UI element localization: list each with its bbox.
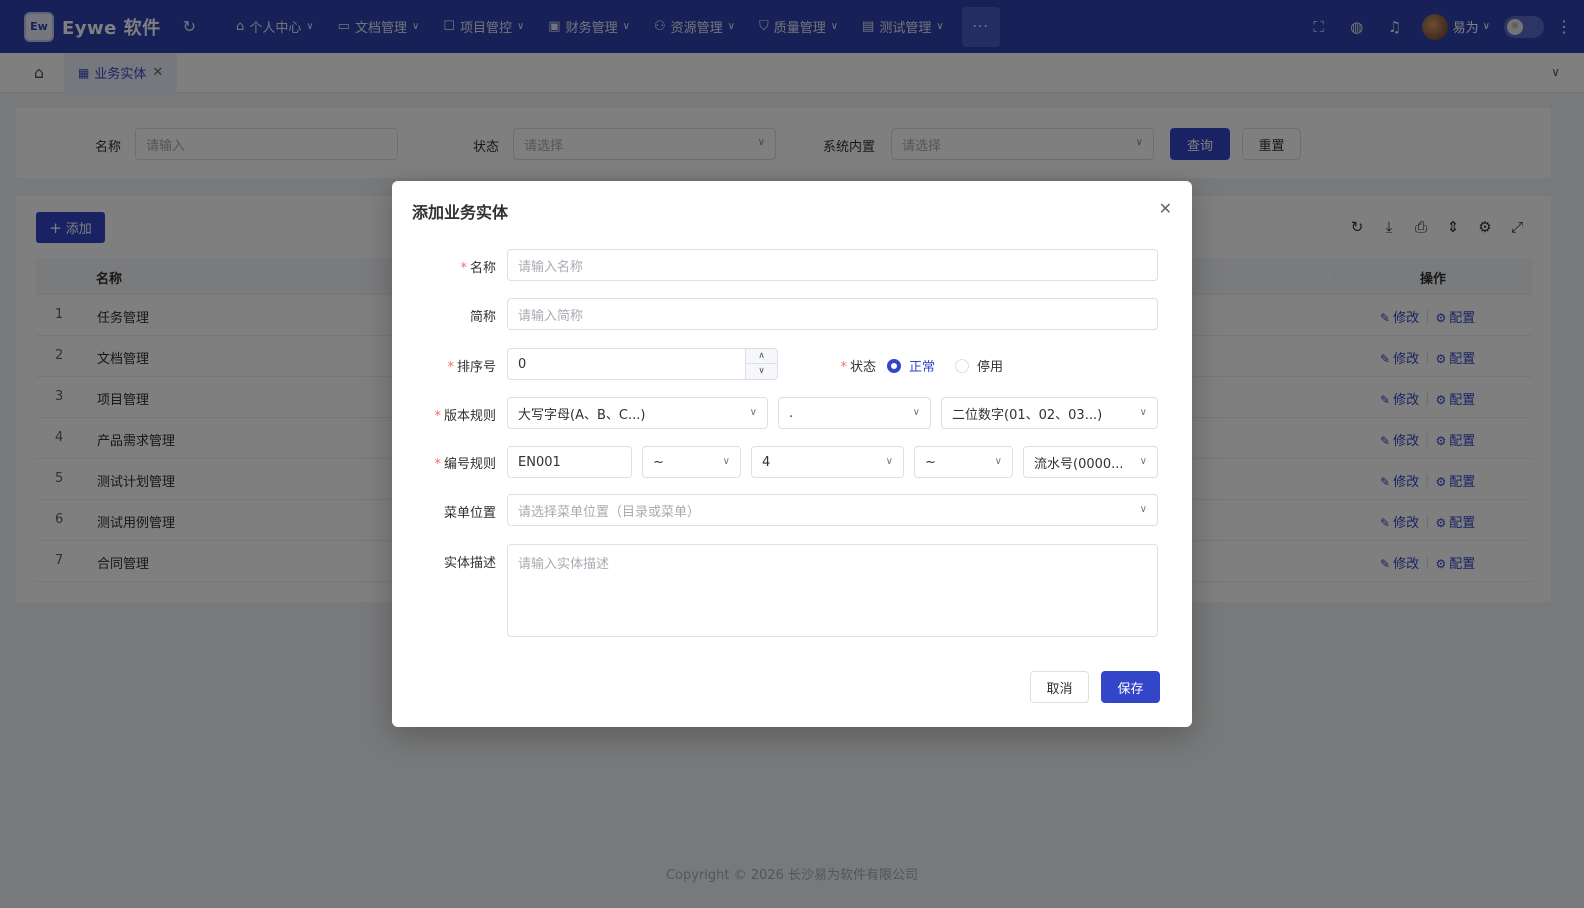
decrement-icon[interactable]: ∨ [746, 364, 777, 379]
chevron-down-icon: ∨ [722, 456, 730, 467]
save-button[interactable]: 保存 [1101, 671, 1160, 703]
status-normal-radio[interactable]: 正常 [887, 356, 935, 375]
version-rule-select-3[interactable]: 二位数字(01、02、03...) ∨ [941, 397, 1158, 429]
code-rule-label: * 编号规则 [408, 453, 496, 472]
select-value: 流水号(0000... [1034, 456, 1124, 472]
radio-dot [955, 358, 970, 373]
select-value: 4 [762, 454, 771, 470]
order-label: * 排序号 [408, 356, 496, 375]
select-value: 大写字母(A、B、C...) [518, 407, 646, 423]
short-name-label: 简称 [469, 310, 496, 325]
status-label: * 状态 [788, 356, 876, 375]
status-disabled-radio[interactable]: 停用 [955, 356, 1003, 375]
input-value: EN001 [518, 454, 561, 470]
chevron-down-icon: ∨ [994, 456, 1002, 467]
increment-icon[interactable]: ∧ [746, 349, 777, 364]
label-text: 名称 [469, 261, 496, 276]
radio-label: 停用 [977, 360, 1004, 375]
placeholder: 请输入名称 [518, 259, 584, 275]
version-rule-label: * 版本规则 [408, 405, 496, 424]
required-mark: * [460, 261, 467, 276]
label-text: 排序号 [456, 360, 496, 375]
radio-label: 正常 [909, 360, 936, 375]
menu-position-select[interactable]: 请选择菜单位置（目录或菜单） ∨ [507, 494, 1158, 526]
radio-dot [887, 358, 901, 373]
placeholder: 请选择菜单位置（目录或菜单） [518, 504, 701, 520]
label-text: 编号规则 [443, 457, 496, 472]
required-mark: * [434, 457, 441, 472]
version-rule-select-2[interactable]: . ∨ [778, 397, 931, 429]
short-name-input[interactable]: 请输入简称 [507, 298, 1158, 330]
chevron-down-icon: ∨ [749, 407, 757, 418]
number-stepper: ∧ ∨ [745, 349, 777, 379]
cancel-button[interactable]: 取消 [1030, 671, 1089, 703]
order-value: 0 [518, 356, 527, 372]
chevron-down-icon: ∨ [1139, 456, 1147, 467]
placeholder: 请输入简称 [518, 308, 584, 324]
add-entity-dialog: 添加业务实体 ✕ * 名称 请输入名称 简称 请输入简称 * 排序号 0 ∧ ∨ *… [392, 181, 1192, 727]
select-value: 二位数字(01、02、03...) [952, 407, 1103, 423]
label-text: 状态 [849, 360, 876, 375]
required-mark: * [434, 409, 441, 424]
chevron-down-icon: ∨ [1139, 504, 1147, 515]
order-number-input[interactable]: 0 ∧ ∨ [507, 348, 778, 380]
code-length-select[interactable]: 4 ∨ [751, 446, 904, 478]
name-input[interactable]: 请输入名称 [507, 249, 1158, 281]
code-separator-select-1[interactable]: ~ ∨ [642, 446, 741, 478]
status-radio-group: 正常 停用 [887, 356, 1023, 375]
close-icon[interactable]: ✕ [1159, 199, 1172, 218]
code-type-select[interactable]: 流水号(0000... ∨ [1023, 446, 1158, 478]
chevron-down-icon: ∨ [912, 407, 920, 418]
chevron-down-icon: ∨ [1139, 407, 1147, 418]
code-prefix-input[interactable]: EN001 [507, 446, 632, 478]
name-label: * 名称 [408, 257, 496, 276]
select-value: . [789, 405, 794, 421]
description-label: 实体描述 [443, 556, 496, 571]
required-mark: * [447, 360, 454, 375]
label-text: 版本规则 [443, 409, 496, 424]
chevron-down-icon: ∨ [885, 456, 893, 467]
dialog-title: 添加业务实体 [412, 203, 509, 222]
menu-position-label: 菜单位置 [443, 506, 496, 521]
version-rule-select-1[interactable]: 大写字母(A、B、C...) ∨ [507, 397, 768, 429]
select-value: ~ [925, 454, 936, 470]
required-mark: * [840, 360, 847, 375]
description-textarea[interactable]: 请输入实体描述 [507, 544, 1158, 637]
code-separator-select-2[interactable]: ~ ∨ [914, 446, 1013, 478]
select-value: ~ [653, 454, 664, 470]
placeholder: 请输入实体描述 [518, 557, 610, 572]
